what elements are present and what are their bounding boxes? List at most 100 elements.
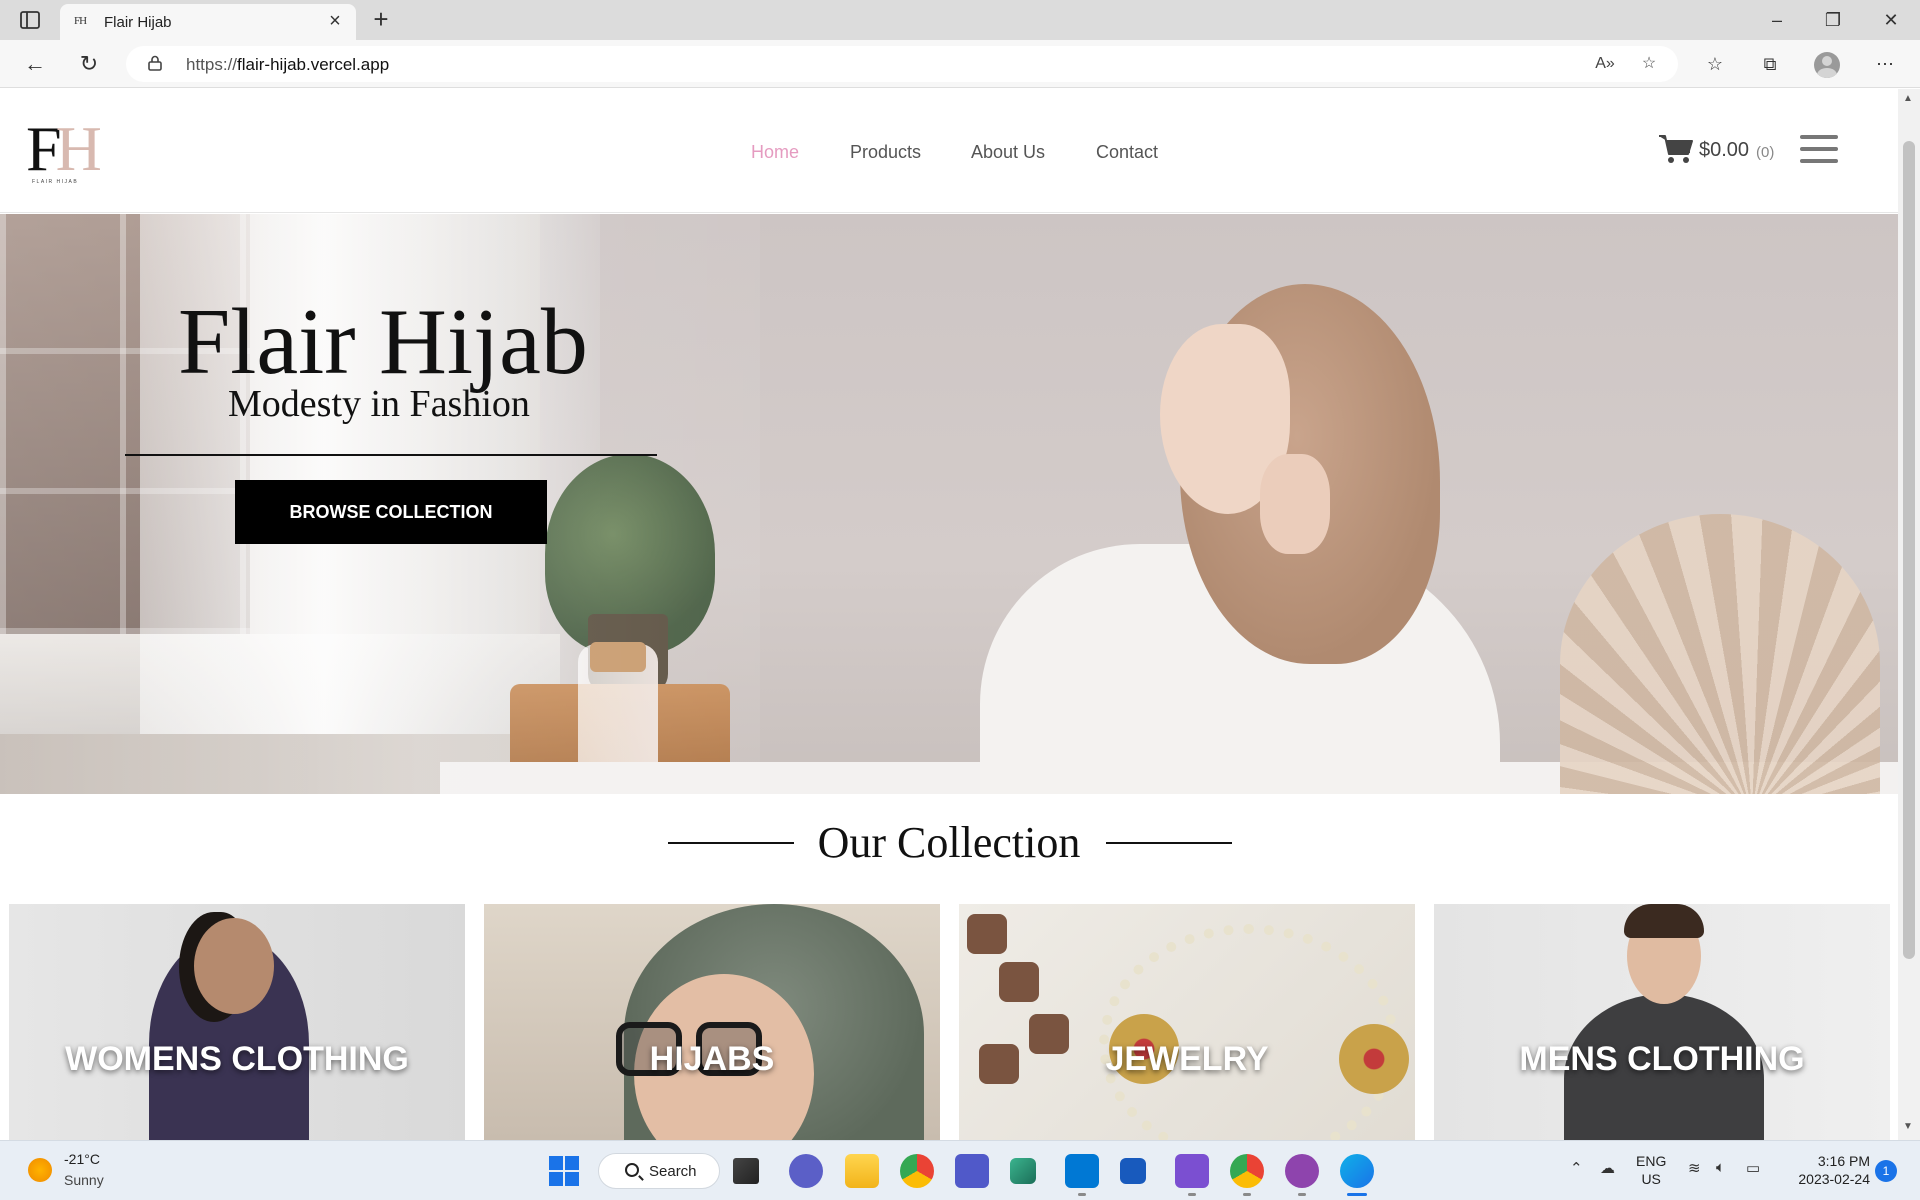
hero-subtitle: Modesty in Fashion <box>228 383 530 425</box>
file-explorer-icon[interactable] <box>845 1154 879 1188</box>
lock-icon[interactable] <box>148 55 162 71</box>
card-mens-clothing[interactable]: MENS CLOTHING <box>1434 904 1890 1140</box>
active-app-indicator <box>1347 1193 1367 1196</box>
card-hijabs[interactable]: HIJABS <box>484 904 940 1140</box>
hero-divider <box>125 454 657 456</box>
card-label: HIJABS <box>649 1040 775 1078</box>
card-label: WOMENS CLOTHING <box>65 1040 409 1078</box>
favicon-icon: FH <box>74 15 87 27</box>
card-jewelry[interactable]: JEWELRY <box>959 904 1415 1140</box>
read-aloud-icon[interactable]: A» <box>1592 52 1618 76</box>
app-icon[interactable] <box>1010 1158 1036 1184</box>
chrome-icon[interactable] <box>900 1154 934 1188</box>
card-womens-clothing[interactable]: WOMENS CLOTHING <box>9 904 465 1140</box>
github-desktop-icon[interactable] <box>1285 1154 1319 1188</box>
browser-tab-bar: FH Flair Hijab × + – ❐ ✕ <box>0 0 1920 40</box>
weather-condition[interactable]: Sunny <box>64 1172 104 1188</box>
collection-title: Our Collection <box>817 818 1081 867</box>
chrome-profile-icon[interactable] <box>1230 1154 1264 1188</box>
cart-count[interactable]: (0) <box>1756 144 1774 161</box>
notification-badge[interactable]: 1 <box>1875 1160 1897 1182</box>
logo-tagline: FLAIR HIJAB <box>32 179 79 185</box>
close-tab-icon[interactable]: × <box>324 10 346 33</box>
hero-banner: Flair Hijab Modesty in Fashion BROWSE CO… <box>0 214 1898 794</box>
card-image-detail <box>194 918 274 1014</box>
nav-home[interactable]: Home <box>751 142 799 163</box>
scroll-up-icon[interactable]: ▲ <box>1903 93 1913 104</box>
hero-title: Flair Hijab <box>178 290 588 394</box>
scroll-thumb[interactable] <box>1903 141 1915 959</box>
running-indicator <box>1078 1193 1086 1196</box>
more-options-icon[interactable]: ⋯ <box>1870 50 1900 78</box>
windows-taskbar: -21°C Sunny Search ⌃ ☁ ENG US ≋ 🔈︎ ▭ 3:1… <box>0 1140 1920 1200</box>
browse-collection-button[interactable]: BROWSE COLLECTION <box>235 480 547 544</box>
add-favorite-icon[interactable]: ☆ <box>1636 52 1662 76</box>
volume-icon[interactable]: 🔈︎ <box>1716 1159 1725 1176</box>
close-window-button[interactable]: ✕ <box>1876 6 1906 34</box>
new-tab-button[interactable]: + <box>368 4 394 34</box>
url-prefix: https:// <box>186 55 238 74</box>
taskbar-search[interactable]: Search <box>598 1153 720 1189</box>
card-image-detail <box>999 962 1039 1002</box>
task-view-icon[interactable] <box>733 1158 759 1184</box>
onedrive-icon[interactable]: ☁ <box>1600 1159 1615 1177</box>
nav-products[interactable]: Products <box>850 142 921 163</box>
card-image-detail <box>967 914 1007 954</box>
start-icon[interactable] <box>549 1156 579 1186</box>
running-indicator <box>1298 1193 1306 1196</box>
browser-tab[interactable]: FH Flair Hijab × <box>60 4 356 40</box>
language-code: ENG <box>1636 1153 1667 1169</box>
system-clock[interactable]: 3:16 PM 2023-02-24 <box>1780 1152 1870 1188</box>
teams-icon[interactable] <box>955 1154 989 1188</box>
running-indicator <box>1243 1193 1251 1196</box>
restore-button[interactable]: ❐ <box>1818 6 1848 34</box>
battery-icon[interactable]: ▭ <box>1746 1159 1760 1177</box>
tab-title: Flair Hijab <box>104 14 172 31</box>
card-label: JEWELRY <box>1105 1040 1269 1078</box>
cart-icon[interactable] <box>1658 133 1694 165</box>
logo-h: H <box>55 113 102 184</box>
running-indicator <box>1188 1193 1196 1196</box>
weather-temperature[interactable]: -21°C <box>64 1151 100 1167</box>
minimize-button[interactable]: – <box>1762 6 1792 34</box>
search-label: Search <box>649 1163 697 1180</box>
visual-studio-icon[interactable] <box>1175 1154 1209 1188</box>
show-hidden-icons-icon[interactable]: ⌃ <box>1570 1159 1583 1177</box>
profile-avatar[interactable] <box>1814 52 1840 78</box>
card-image-detail <box>1624 904 1704 938</box>
weather-sun-icon[interactable] <box>28 1158 52 1182</box>
region-code: US <box>1641 1171 1661 1187</box>
address-bar[interactable]: https://flair-hijab.vercel.app A» ☆ <box>126 46 1678 82</box>
url-host: flair-hijab.vercel.app <box>237 55 390 74</box>
search-icon <box>625 1163 639 1177</box>
scroll-down-icon[interactable]: ▼ <box>1903 1121 1913 1132</box>
site-header: FH FLAIR HIJAB Home Products About Us Co… <box>0 89 1898 213</box>
logo-mark: FH <box>26 117 102 181</box>
nav-about-us[interactable]: About Us <box>971 142 1045 163</box>
nav-contact[interactable]: Contact <box>1096 142 1158 163</box>
vscode-icon[interactable] <box>1065 1154 1099 1188</box>
wifi-icon[interactable]: ≋ <box>1688 1159 1701 1177</box>
language-indicator[interactable]: ENG US <box>1636 1152 1666 1188</box>
browser-toolbar: ← ↻ https://flair-hijab.vercel.app A» ☆ … <box>0 40 1920 88</box>
logo-f: F <box>26 113 62 184</box>
hero-palm-image <box>1560 514 1880 794</box>
collection-title-line-right <box>1106 842 1232 844</box>
clock-date: 2023-02-24 <box>1798 1171 1870 1187</box>
hero-model-hand-image <box>1260 454 1330 554</box>
favorites-icon[interactable]: ☆ <box>1700 50 1730 78</box>
menu-icon[interactable] <box>1800 135 1838 163</box>
refresh-button[interactable]: ↻ <box>74 50 104 78</box>
page-scrollbar[interactable]: ▲ ▼ <box>1898 89 1920 1140</box>
word-icon[interactable] <box>1120 1158 1146 1184</box>
cart-total[interactable]: $0.00 <box>1699 139 1749 162</box>
back-button[interactable]: ← <box>20 50 50 78</box>
meet-icon[interactable] <box>789 1154 823 1188</box>
edge-icon[interactable] <box>1340 1154 1374 1188</box>
card-label: MENS CLOTHING <box>1519 1040 1805 1078</box>
tab-actions-icon[interactable] <box>18 8 42 32</box>
site-logo[interactable]: FH FLAIR HIJAB <box>26 117 102 187</box>
url-text: https://flair-hijab.vercel.app <box>186 55 389 75</box>
clock-time: 3:16 PM <box>1817 1153 1870 1169</box>
collections-icon[interactable]: ⧉ <box>1755 50 1785 78</box>
